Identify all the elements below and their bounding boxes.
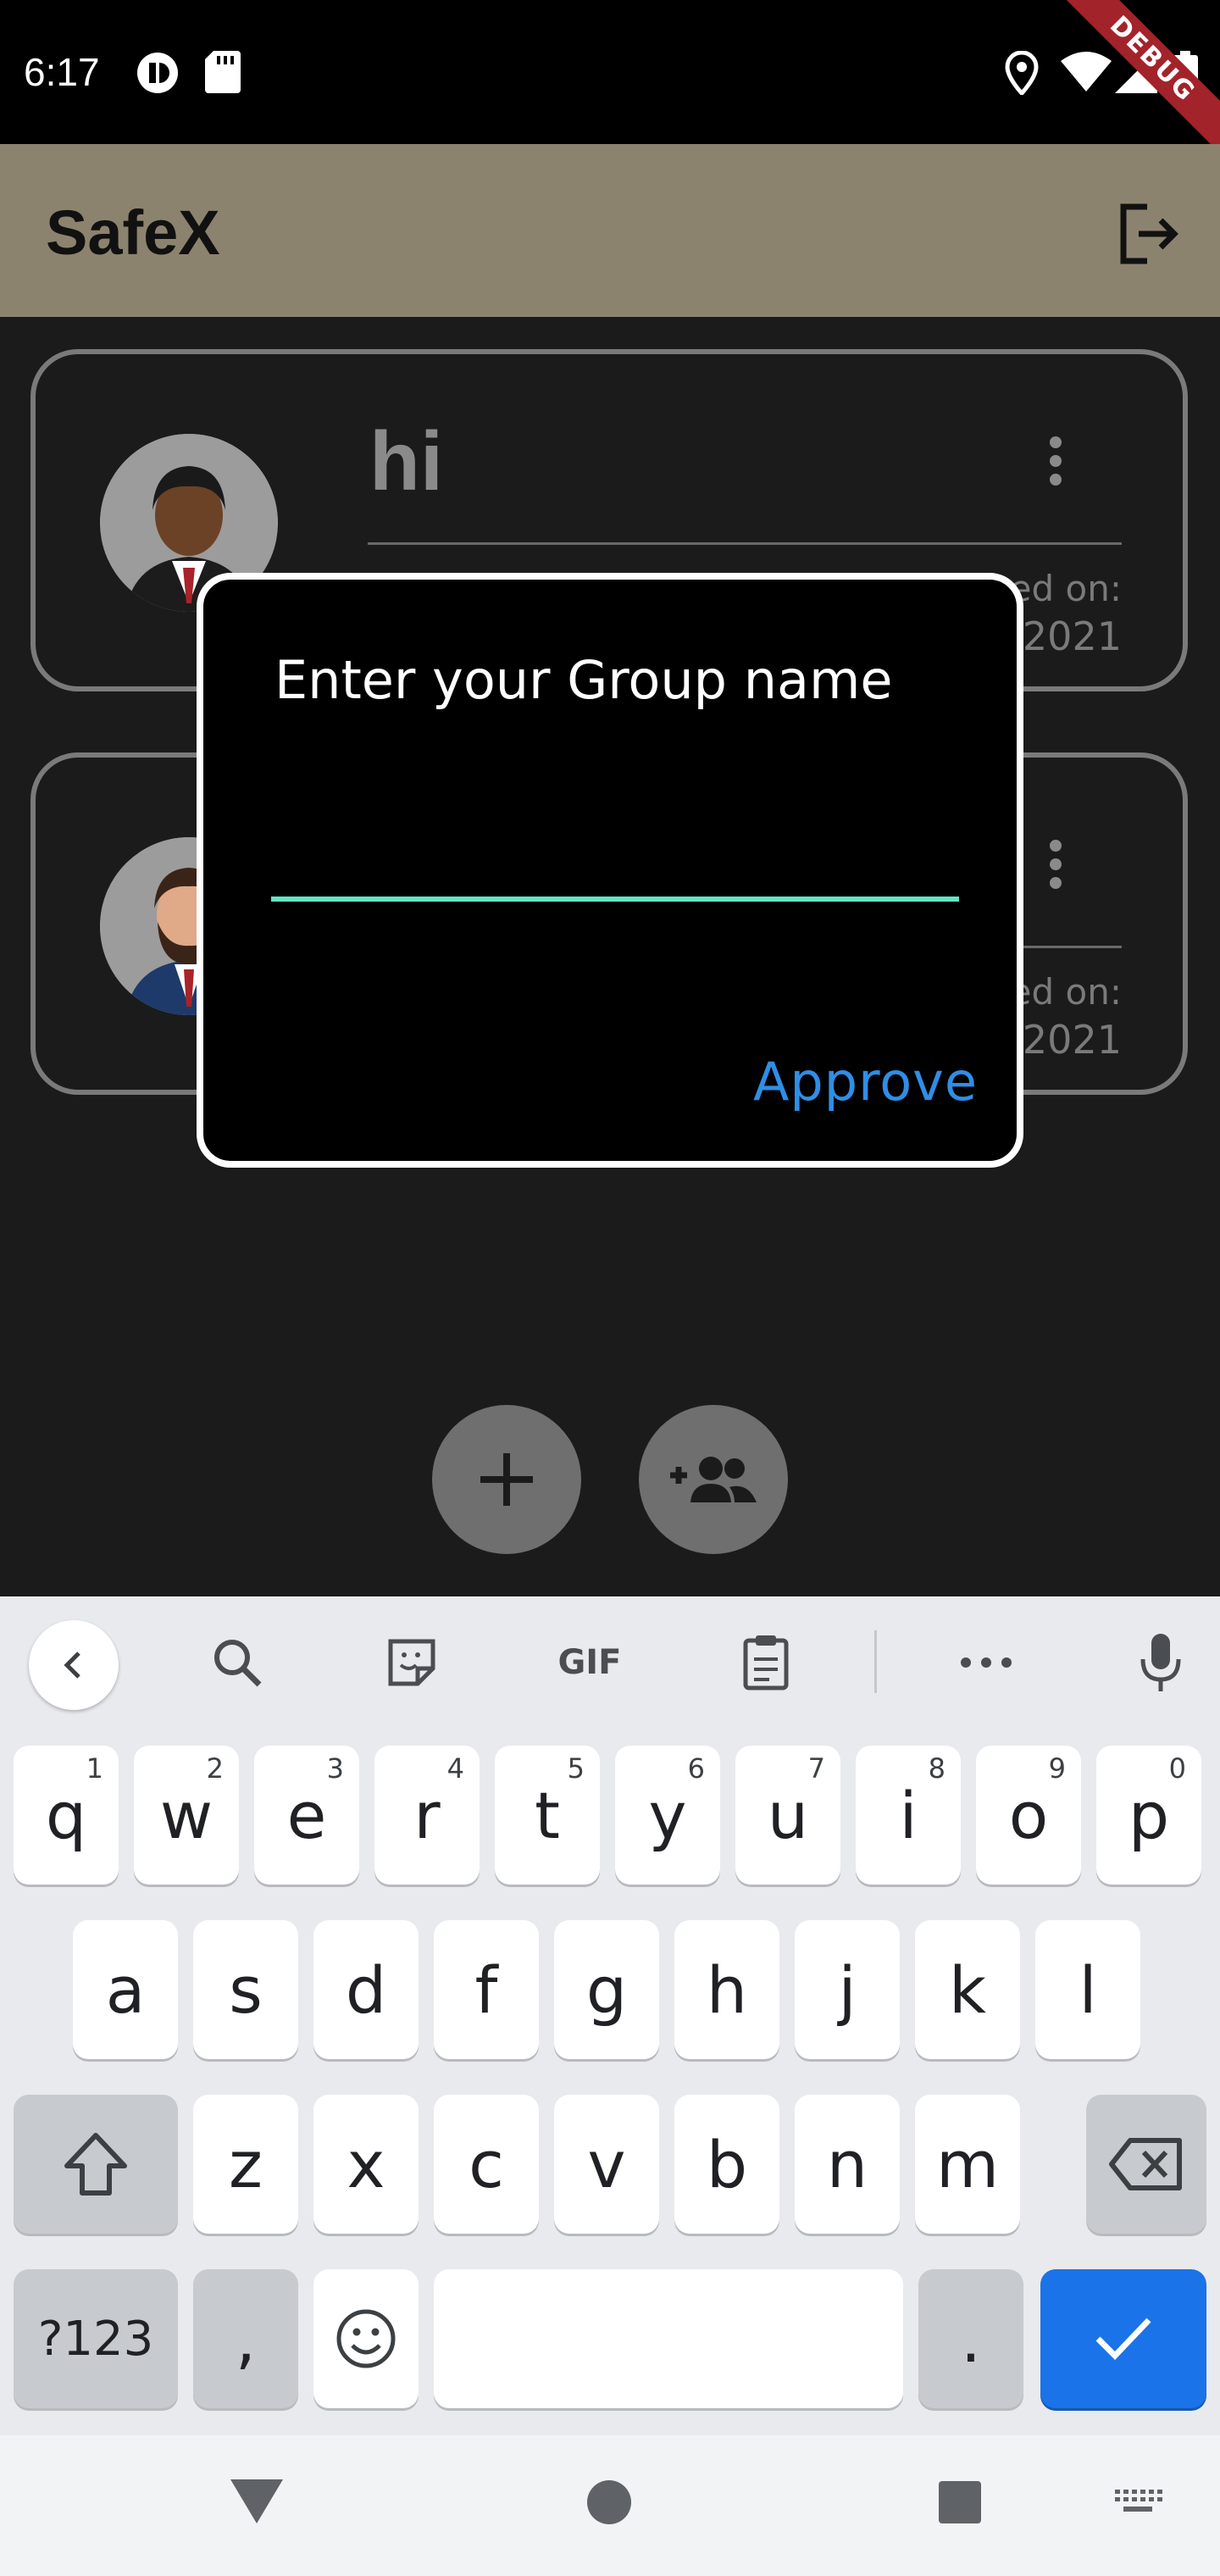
backspace-icon xyxy=(1109,2138,1182,2190)
group-name-dialog: Enter your Group name Approve xyxy=(197,573,1023,1168)
shift-key[interactable] xyxy=(14,2095,178,2234)
key-hint: 8 xyxy=(928,1752,946,1785)
status-bar: 6:17 DEBUG xyxy=(0,0,1220,163)
key-hint: 6 xyxy=(687,1752,705,1785)
system-nav-bar xyxy=(0,2435,1220,2576)
keyboard-toolbar: GIF xyxy=(0,1596,1220,1729)
symbols-key[interactable]: ?123 xyxy=(14,2269,178,2408)
key-f[interactable]: f xyxy=(434,1920,539,2059)
gif-button[interactable]: GIF xyxy=(547,1629,632,1696)
key-n[interactable]: n xyxy=(795,2095,900,2234)
back-icon[interactable] xyxy=(29,1620,119,1710)
key-hint: 3 xyxy=(326,1752,344,1785)
key-hint: 4 xyxy=(446,1752,464,1785)
key-x[interactable]: x xyxy=(313,2095,419,2234)
key-label: e xyxy=(286,1777,327,1853)
more-icon[interactable] xyxy=(952,1629,1020,1696)
key-s[interactable]: s xyxy=(193,1920,298,2059)
card-divider xyxy=(368,542,1122,545)
key-label: u xyxy=(767,1777,809,1853)
location-icon xyxy=(1005,51,1039,95)
home-circle-icon[interactable] xyxy=(586,2479,632,2525)
check-icon xyxy=(1095,2318,1151,2361)
group-add-icon xyxy=(670,1457,757,1502)
clipboard-icon[interactable] xyxy=(732,1629,800,1696)
app-bar: SafeX xyxy=(0,144,1220,317)
mic-icon[interactable] xyxy=(1127,1629,1195,1696)
key-e[interactable]: e3 xyxy=(254,1746,359,1885)
key-hint: 0 xyxy=(1168,1752,1186,1785)
key-d[interactable]: d xyxy=(313,1920,419,2059)
key-hint: 5 xyxy=(567,1752,585,1785)
emoji-key[interactable] xyxy=(313,2269,419,2408)
key-m[interactable]: m xyxy=(915,2095,1020,2234)
toolbar-separator xyxy=(874,1630,877,1693)
key-k[interactable]: k xyxy=(915,1920,1020,2059)
enter-key[interactable] xyxy=(1040,2269,1206,2408)
comma-key[interactable]: , xyxy=(193,2269,298,2408)
group-name: hi xyxy=(369,414,444,508)
key-label: q xyxy=(45,1777,87,1853)
key-t[interactable]: t5 xyxy=(495,1746,600,1885)
key-w[interactable]: w2 xyxy=(134,1746,239,1885)
key-label: y xyxy=(648,1777,687,1853)
period-key[interactable]: . xyxy=(918,2269,1023,2408)
key-v[interactable]: v xyxy=(554,2095,659,2234)
sd-card-icon xyxy=(205,51,241,93)
key-label: o xyxy=(1008,1777,1049,1853)
key-label: r xyxy=(413,1777,441,1853)
shift-icon xyxy=(64,2133,127,2196)
add-group-button[interactable] xyxy=(639,1405,788,1554)
more-vert-icon[interactable] xyxy=(1047,839,1064,890)
search-icon[interactable] xyxy=(203,1629,271,1696)
key-c[interactable]: c xyxy=(434,2095,539,2234)
space-bar[interactable] xyxy=(434,2269,903,2408)
dialog-title: Enter your Group name xyxy=(274,649,893,711)
wifi-icon xyxy=(1061,52,1112,92)
back-triangle-icon[interactable] xyxy=(229,2478,285,2525)
key-r[interactable]: r4 xyxy=(374,1746,480,1885)
key-i[interactable]: i8 xyxy=(856,1746,961,1885)
key-label: i xyxy=(899,1777,918,1853)
created-date: /2021 xyxy=(1009,613,1122,659)
recents-square-icon[interactable] xyxy=(937,2479,983,2525)
plus-icon xyxy=(480,1453,533,1506)
key-label: p xyxy=(1128,1777,1170,1853)
key-o[interactable]: o9 xyxy=(976,1746,1081,1885)
group-name-input[interactable] xyxy=(271,800,959,902)
emoji-icon xyxy=(336,2309,396,2368)
sticker-icon[interactable] xyxy=(378,1629,446,1696)
approve-button[interactable]: Approve xyxy=(753,1051,978,1113)
more-vert-icon[interactable] xyxy=(1047,436,1064,486)
app-title: SafeX xyxy=(46,197,220,268)
key-l[interactable]: l xyxy=(1035,1920,1140,2059)
key-z[interactable]: z xyxy=(193,2095,298,2234)
key-g[interactable]: g xyxy=(554,1920,659,2059)
key-a[interactable]: a xyxy=(73,1920,178,2059)
status-time: 6:17 xyxy=(24,50,100,94)
key-y[interactable]: y6 xyxy=(615,1746,720,1885)
key-hint: 1 xyxy=(86,1752,103,1785)
key-q[interactable]: q1 xyxy=(14,1746,119,1885)
key-label: t xyxy=(535,1777,560,1853)
key-label: w xyxy=(159,1777,214,1853)
key-j[interactable]: j xyxy=(795,1920,900,2059)
key-hint: 7 xyxy=(807,1752,825,1785)
backspace-key[interactable] xyxy=(1086,2095,1206,2234)
keyboard-switch-icon[interactable] xyxy=(1113,2488,1162,2517)
key-p[interactable]: p0 xyxy=(1096,1746,1201,1885)
key-hint: 2 xyxy=(206,1752,224,1785)
created-date: /2021 xyxy=(1009,1017,1122,1063)
logout-icon[interactable] xyxy=(1115,200,1183,268)
key-hint: 9 xyxy=(1048,1752,1066,1785)
soft-keyboard: GIF q1 w2 e3 r4 t5 y6 u7 i8 o9 p0 a s d … xyxy=(0,1596,1220,2435)
key-h[interactable]: h xyxy=(674,1920,779,2059)
app-notification-icon xyxy=(137,53,178,93)
key-u[interactable]: u7 xyxy=(735,1746,840,1885)
add-button[interactable] xyxy=(432,1405,581,1554)
key-b[interactable]: b xyxy=(674,2095,779,2234)
